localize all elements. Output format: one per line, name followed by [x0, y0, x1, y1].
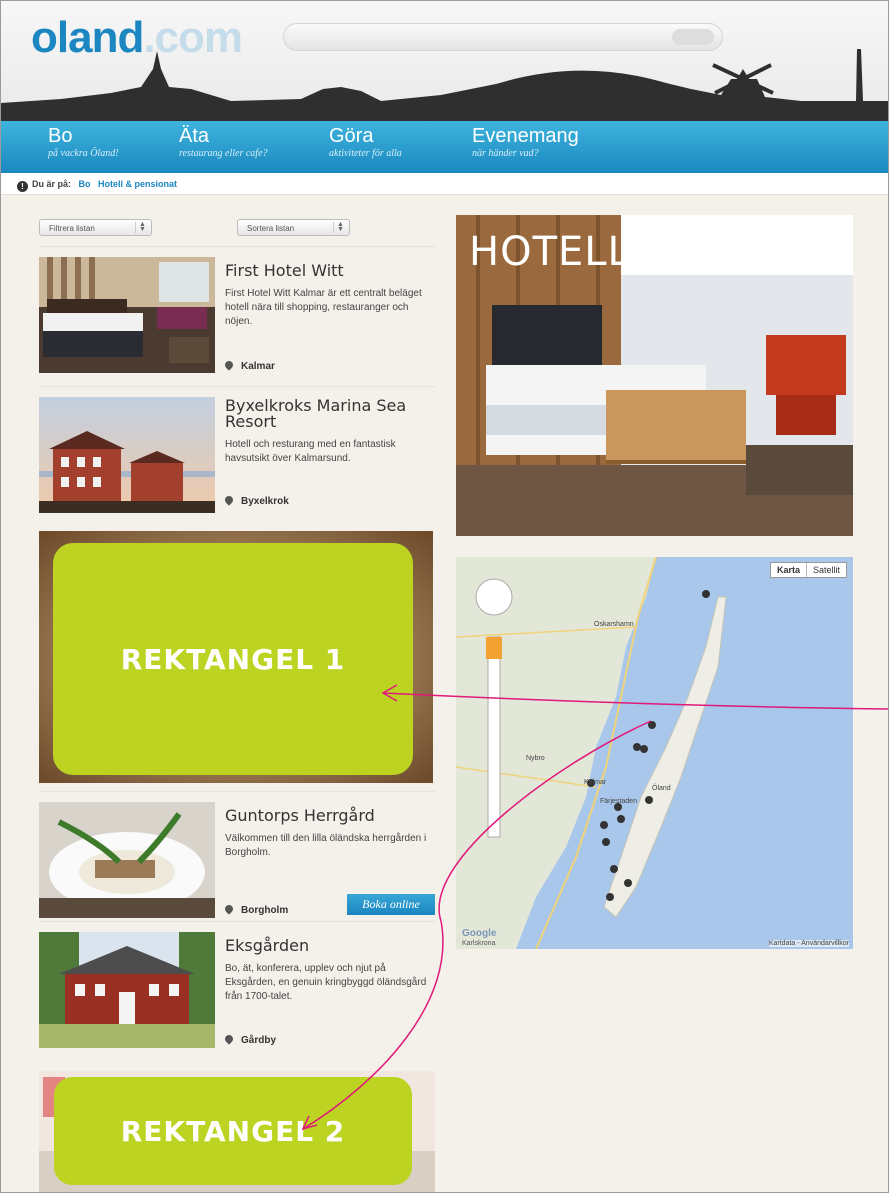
listing-photo[interactable]	[39, 257, 215, 373]
listing-title[interactable]: Eksgården	[225, 938, 431, 954]
listing-title[interactable]: Byxelkroks Marina Sea Resort	[225, 398, 431, 430]
nav-item-evenemang[interactable]: Evenemang när händer vad?	[472, 124, 579, 160]
listing-location: Borgholm	[223, 903, 288, 916]
map-attribution[interactable]: Kartdata - Användarvillkor	[768, 940, 849, 947]
listing-location: Gårdby	[223, 1033, 276, 1046]
nav-item-title: Bo	[48, 125, 73, 147]
breadcrumb: ! Du är på: Bo Hotell & pensionat	[1, 173, 888, 195]
map-place-label: Färjestaden	[600, 798, 637, 805]
map-place-label: Kalmar	[584, 779, 607, 786]
main-nav: Bo på vackra Öland! Äta restaurang eller…	[1, 121, 888, 173]
nav-item-title: Äta	[179, 125, 210, 147]
listing-location: Byxelkrok	[223, 494, 289, 507]
location-pin-icon	[223, 903, 235, 915]
map-place-label: Karlskrona	[462, 940, 496, 947]
map-type-toggle: Karta Satellit	[769, 562, 847, 578]
listing-photo[interactable]	[39, 802, 215, 918]
listing-photo[interactable]	[39, 932, 215, 1048]
listing-location: Kalmar	[223, 359, 275, 372]
map-place-label: Nybro	[526, 755, 545, 762]
listing-description: First Hotel Witt Kalmar är ett centralt …	[225, 288, 422, 327]
listing-item[interactable]: Eksgården Bo, ät, konferera, upplev och …	[39, 921, 435, 1061]
listing-description: Hotell och resturang med en fantastisk h…	[225, 439, 396, 464]
map-widget[interactable]: Oskarshamn Nybro Kalmar Färjestaden Ölan…	[456, 557, 853, 949]
map-canvas[interactable]	[456, 557, 853, 949]
skyline-illustration	[1, 49, 888, 121]
select-arrows-icon: ▲ ▼	[333, 221, 347, 233]
breadcrumb-link-hotell[interactable]: Hotell & pensionat	[98, 179, 177, 189]
breadcrumb-prefix: Du är på:	[32, 179, 72, 189]
page: oland.com Bo på vackra Öland! Äta restau…	[0, 0, 889, 1193]
sort-select[interactable]: Sortera listan ▲ ▼	[237, 219, 350, 236]
map-place-label: Oskarshamn	[594, 621, 634, 628]
listing-description: Bo, ät, konferera, upplev och njut på Ek…	[225, 963, 427, 1002]
rectangle-placeholder-1: REKTANGEL 1	[53, 543, 413, 775]
listing-item[interactable]: Byxelkroks Marina Sea Resort Hotell och …	[39, 386, 435, 521]
map-type-map-button[interactable]: Karta	[771, 563, 807, 577]
site-header: oland.com	[1, 1, 888, 121]
ad-banner-1[interactable]: REKTANGEL 1	[39, 531, 433, 783]
hero-title: HOTELL	[469, 229, 631, 275]
listing-photo[interactable]	[39, 397, 215, 513]
map-type-satellite-button[interactable]: Satellit	[807, 563, 846, 577]
listing-title[interactable]: First Hotel Witt	[225, 263, 431, 279]
sort-select-label: Sortera listan	[247, 224, 295, 233]
info-icon: !	[17, 181, 28, 192]
google-logo: Google	[462, 928, 497, 939]
filter-select-label: Filtrera listan	[49, 224, 95, 233]
nav-item-subtitle: när händer vad?	[472, 148, 539, 159]
nav-item-subtitle: aktiviteter för alla	[329, 148, 402, 159]
nav-item-title: Evenemang	[472, 125, 579, 147]
nav-item-title: Göra	[329, 125, 374, 147]
rectangle-placeholder-2: REKTANGEL 2	[54, 1077, 412, 1185]
breadcrumb-link-bo[interactable]: Bo	[79, 179, 91, 189]
filter-select[interactable]: Filtrera listan ▲ ▼	[39, 219, 152, 236]
nav-item-ata[interactable]: Äta restaurang eller cafe?	[179, 124, 268, 160]
nav-item-subtitle: på vackra Öland!	[48, 148, 119, 159]
location-pin-icon	[223, 359, 235, 371]
book-online-button[interactable]: Boka online	[347, 894, 435, 915]
listing-title[interactable]: Guntorps Herrgård	[225, 808, 431, 824]
nav-item-gora[interactable]: Göra aktiviteter för alla	[329, 124, 402, 160]
nav-item-bo[interactable]: Bo på vackra Öland!	[48, 124, 119, 160]
select-arrows-icon: ▲ ▼	[135, 221, 149, 233]
ad-banner-2[interactable]: REKTANGEL 2	[39, 1071, 435, 1192]
map-place-label: Öland	[652, 785, 671, 792]
hotel-hero-image[interactable]: HOTELL	[456, 215, 853, 536]
listing-item[interactable]: First Hotel Witt First Hotel Witt Kalmar…	[39, 246, 435, 386]
location-pin-icon	[223, 1033, 235, 1045]
nav-item-subtitle: restaurang eller cafe?	[179, 148, 268, 159]
listing-description: Välkommen till den lilla öländska herrgå…	[225, 833, 427, 858]
location-pin-icon	[223, 494, 235, 506]
